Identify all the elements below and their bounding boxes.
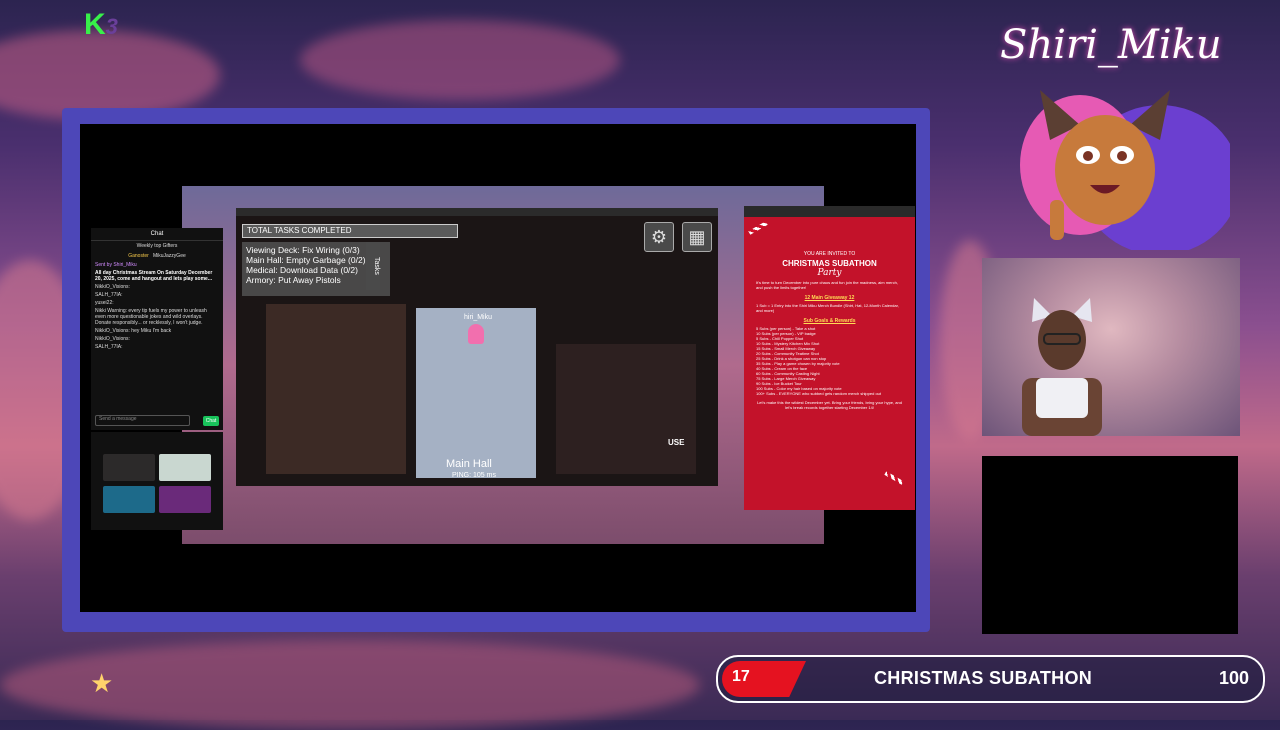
star-decoration: ★ bbox=[90, 668, 114, 698]
chat-message: yusei22: bbox=[95, 300, 114, 306]
chat-message: Nikki Warning: every tip fuels my power … bbox=[95, 308, 207, 326]
flyer-script: Party bbox=[817, 268, 842, 278]
crewmate-player bbox=[468, 324, 484, 344]
candy-cane-decoration bbox=[884, 471, 904, 485]
thumbnail[interactable] bbox=[159, 454, 211, 481]
map-icon[interactable]: ▦ bbox=[682, 222, 712, 252]
chat-panel: Chat Weekly top Gifters Ganoster MikuJaz… bbox=[91, 228, 223, 430]
total-tasks-bar: TOTAL TASKS COMPLETED bbox=[242, 224, 458, 238]
use-button[interactable]: USE bbox=[668, 438, 684, 447]
task-item: Main Hall: Empty Garbage (0/2) bbox=[246, 255, 366, 265]
gifter-name: Ganoster bbox=[128, 253, 149, 259]
chat-message: NikkiO_Visions: hey Miku I'm back bbox=[95, 328, 172, 334]
goals-heading: Sub Goals & Rewards bbox=[803, 318, 856, 324]
ping-readout: PING: 105 ms bbox=[452, 472, 496, 479]
flyer-closing: Let's make this the wildest December yet… bbox=[757, 400, 902, 410]
streamer-avatar bbox=[1020, 90, 1230, 250]
task-item: Viewing Deck: Fix Wiring (0/3) bbox=[246, 245, 360, 255]
flyer-window-titlebar bbox=[744, 206, 915, 217]
top-gifters: Ganoster MikuJazzyGee bbox=[91, 251, 223, 261]
gifters-label: Weekly top Gifters bbox=[136, 243, 178, 249]
chat-send-button[interactable]: Chat bbox=[203, 416, 219, 426]
goals-list: 5 Subs (per person) - Take a shot 10 Sub… bbox=[744, 324, 915, 398]
goal-item: 100+ Subs - EVERYONE who subbed gets ran… bbox=[756, 391, 881, 396]
task-item: Armory: Put Away Pistols bbox=[246, 275, 341, 285]
chat-message: SALH_77IA: bbox=[95, 292, 123, 298]
chat-header: Chat bbox=[91, 228, 223, 241]
chat-message: NikkiO_Visions: bbox=[95, 336, 130, 342]
thumbnail[interactable] bbox=[159, 486, 211, 513]
giveaway-text: 1 Sub = 1 Entry into the Shiri Miku Merc… bbox=[756, 303, 899, 313]
logo-number: 3 bbox=[105, 14, 118, 39]
christmas-flyer: YOU ARE INVITED TO CHRISTMAS SUBATHON Pa… bbox=[744, 206, 915, 510]
room-name: Main Hall bbox=[446, 458, 492, 470]
subathon-progress-bar: 17 CHRISTMAS SUBATHON 100 bbox=[716, 655, 1265, 703]
streamer-webcam-silhouette bbox=[1022, 298, 1102, 436]
streamer-name: Shiri_Miku bbox=[1000, 22, 1222, 68]
channel-logo: K3 bbox=[84, 8, 118, 42]
background-cloud bbox=[0, 30, 220, 120]
webcam-feed bbox=[982, 258, 1240, 436]
background-cloud bbox=[300, 20, 620, 100]
thumbnail[interactable] bbox=[103, 454, 155, 481]
chat-message: NikkiO_Visions: bbox=[95, 284, 130, 290]
thumbnail[interactable] bbox=[103, 486, 155, 513]
tasks-tab[interactable]: Tasks bbox=[366, 242, 380, 290]
thumbnail-panel bbox=[91, 432, 223, 530]
chat-send-input[interactable]: Send a message bbox=[95, 415, 190, 426]
gifter-name: MikuJazzyGee bbox=[152, 253, 186, 259]
task-item: Medical: Download Data (0/2) bbox=[246, 265, 358, 275]
subathon-title: CHRISTMAS SUBATHON bbox=[874, 668, 1093, 688]
flyer-title: CHRISTMAS SUBATHON bbox=[782, 259, 877, 268]
game-window: TOTAL TASKS COMPLETED Viewing Deck: Fix … bbox=[236, 208, 718, 486]
gear-icon[interactable]: ⚙ bbox=[644, 222, 674, 252]
logo-k: K bbox=[84, 8, 106, 41]
room-left bbox=[266, 304, 406, 474]
flyer-intro: It's time to turn December into pure cha… bbox=[756, 280, 898, 290]
subathon-current: 17 bbox=[732, 668, 750, 685]
subathon-goal: 100 bbox=[1218, 668, 1249, 688]
chat-message: SALH_77IA: bbox=[95, 344, 123, 350]
giveaway-heading: 12 Main Giveaway 12 bbox=[804, 295, 855, 301]
candy-cane-decoration bbox=[748, 221, 768, 235]
chat-message: All day Christmas Stream On Saturday Dec… bbox=[95, 270, 213, 282]
room-right bbox=[556, 344, 696, 474]
black-panel bbox=[982, 456, 1238, 634]
chat-message: Sent by Shiri_Miku bbox=[95, 262, 137, 268]
player-name: hiri_Miku bbox=[464, 314, 493, 321]
flyer-invite: YOU ARE INVITED TO bbox=[803, 251, 856, 257]
game-menubar bbox=[236, 208, 718, 216]
